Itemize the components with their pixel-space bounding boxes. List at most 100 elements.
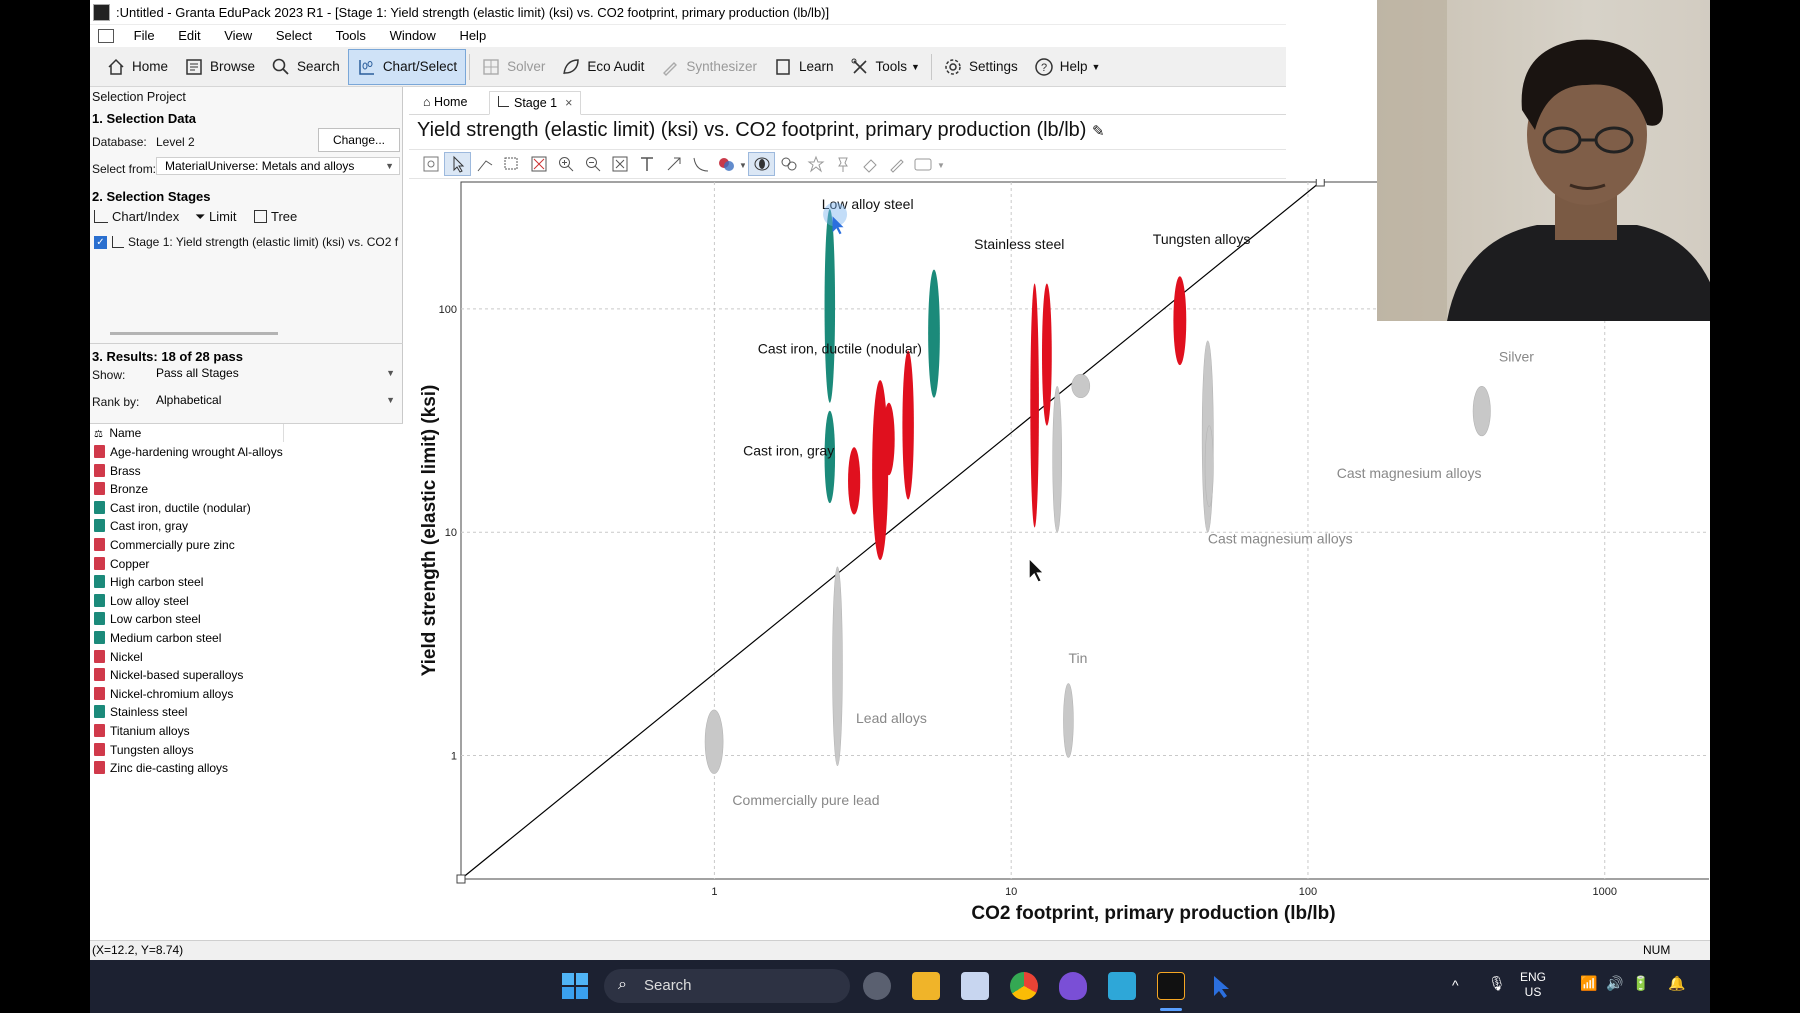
document-icon[interactable]: [98, 29, 114, 43]
home-button[interactable]: Home: [98, 49, 176, 85]
material-bubble[interactable]: [1030, 283, 1039, 528]
material-bubble[interactable]: [1052, 386, 1063, 533]
box-select-icon[interactable]: [498, 152, 525, 176]
tab-stage-1[interactable]: Stage 1 ×: [489, 91, 582, 115]
material-label[interactable]: Tungsten alloys: [1153, 231, 1251, 247]
result-item[interactable]: Titanium alloys: [94, 722, 190, 740]
notification-icon[interactable]: 🔔: [1668, 976, 1685, 991]
help-button[interactable]: ? Help ▼: [1026, 49, 1109, 85]
material-label[interactable]: Cast iron, gray: [743, 443, 834, 459]
result-item[interactable]: Low carbon steel: [94, 610, 201, 628]
result-item[interactable]: Nickel: [94, 648, 143, 666]
material-label[interactable]: Cast iron, ductile (nodular): [758, 341, 922, 357]
menu-tools[interactable]: Tools: [326, 25, 376, 47]
limit-button[interactable]: ⏷ Limit: [195, 209, 236, 225]
volume-icon[interactable]: 🔊: [1606, 976, 1623, 991]
text-tool-icon[interactable]: [633, 152, 660, 176]
browse-button[interactable]: Browse: [176, 49, 263, 85]
file-explorer-icon[interactable]: [912, 972, 940, 1000]
notepad-icon[interactable]: [1108, 972, 1136, 1000]
material-bubble[interactable]: [1063, 683, 1074, 758]
star-icon[interactable]: [802, 152, 829, 176]
cursor-app-icon[interactable]: [1206, 972, 1234, 1000]
synthesizer-button[interactable]: Synthesizer: [652, 49, 765, 85]
menu-view[interactable]: View: [214, 25, 262, 47]
battery-icon[interactable]: 🔋: [1632, 976, 1649, 991]
taskbar-search-box[interactable]: ⌕ Search: [604, 969, 850, 1003]
windows-start-icon[interactable]: [562, 973, 588, 999]
search-button[interactable]: Search: [263, 49, 348, 85]
material-bubble[interactable]: [872, 380, 889, 561]
stage-item[interactable]: ✓ Stage 1: Yield strength (elastic limit…: [92, 234, 401, 252]
export-icon[interactable]: ▼: [910, 152, 950, 176]
result-item[interactable]: Copper: [94, 555, 149, 573]
clear-selection-icon[interactable]: [525, 152, 552, 176]
result-item[interactable]: Tungsten alloys: [94, 741, 194, 759]
material-label[interactable]: Lead alloys: [856, 710, 927, 726]
result-item[interactable]: Cast iron, gray: [94, 517, 188, 535]
tab-home[interactable]: ⌂ Home: [415, 91, 475, 115]
material-bubble[interactable]: [1071, 373, 1091, 399]
granta-edupack-icon[interactable]: [1157, 972, 1185, 1000]
material-label[interactable]: Cast magnesium alloys: [1208, 531, 1353, 547]
menu-select[interactable]: Select: [266, 25, 322, 47]
chart-index-button[interactable]: Chart/Index: [94, 209, 179, 224]
eraser-icon[interactable]: [856, 152, 883, 176]
tree-button[interactable]: Tree: [254, 209, 297, 224]
label-bubbles-icon[interactable]: [775, 152, 802, 176]
pointer-tool-icon[interactable]: [444, 152, 471, 176]
change-database-button[interactable]: Change...: [318, 128, 400, 152]
material-label[interactable]: Tin: [1069, 650, 1088, 666]
pin-icon[interactable]: [829, 152, 856, 176]
result-item[interactable]: Brass: [94, 462, 141, 480]
zoom-out-icon[interactable]: [579, 152, 606, 176]
result-item[interactable]: Low alloy steel: [94, 592, 189, 610]
material-label[interactable]: Silver: [1499, 349, 1534, 365]
tools-button[interactable]: Tools ▼: [842, 49, 928, 85]
result-item[interactable]: Nickel-based superalloys: [94, 666, 243, 684]
material-label[interactable]: Stainless steel: [974, 236, 1064, 252]
menu-help[interactable]: Help: [449, 25, 496, 47]
chart-properties-icon[interactable]: [417, 152, 444, 176]
result-item[interactable]: Commercially pure zinc: [94, 536, 235, 554]
line-handle[interactable]: [456, 874, 466, 884]
result-item[interactable]: Stainless steel: [94, 703, 187, 721]
result-item[interactable]: Medium carbon steel: [94, 629, 221, 647]
select-from-dropdown[interactable]: MaterialUniverse: Metals and alloys ▼: [156, 157, 400, 175]
wifi-icon[interactable]: 📶: [1580, 976, 1597, 991]
result-item[interactable]: Cast iron, ductile (nodular): [94, 499, 251, 517]
settings-app-icon[interactable]: [863, 972, 891, 1000]
checkbox-checked-icon[interactable]: ✓: [94, 236, 107, 249]
material-bubble[interactable]: [902, 350, 914, 500]
chart-select-button[interactable]: Chart/Select: [347, 48, 467, 85]
obsidian-icon[interactable]: [1059, 972, 1087, 1000]
material-label[interactable]: Cast magnesium alloys: [1337, 465, 1482, 481]
edit-title-icon[interactable]: ✎: [1092, 123, 1105, 140]
result-item[interactable]: Zinc die-casting alloys: [94, 759, 228, 777]
material-bubble[interactable]: [848, 447, 861, 515]
result-item[interactable]: Nickel-chromium alloys: [94, 685, 233, 703]
envelope-toggle-icon[interactable]: [748, 152, 775, 176]
highlight-icon[interactable]: ▼: [714, 152, 748, 176]
menu-edit[interactable]: Edit: [168, 25, 210, 47]
result-item[interactable]: Age-hardening wrought Al-alloys: [94, 443, 283, 461]
line-handle[interactable]: [1315, 179, 1325, 187]
snipping-tool-icon[interactable]: [961, 972, 989, 1000]
material-bubble[interactable]: [832, 566, 843, 767]
name-column-header[interactable]: ⚖ Name: [94, 424, 284, 442]
curve-tool-icon[interactable]: [687, 152, 714, 176]
menu-file[interactable]: File: [124, 25, 165, 47]
chrome-icon[interactable]: [1010, 972, 1038, 1000]
close-icon[interactable]: ×: [565, 96, 572, 110]
material-bubble[interactable]: [824, 209, 836, 403]
material-label[interactable]: Commercially pure lead: [732, 792, 879, 808]
rank-by-dropdown[interactable]: Alphabetical ▼: [148, 392, 400, 410]
material-bubble[interactable]: [1041, 283, 1052, 426]
settings-button[interactable]: Settings: [935, 49, 1026, 85]
line-select-icon[interactable]: [471, 152, 498, 176]
chevron-up-icon[interactable]: ^: [1452, 978, 1459, 993]
eco-audit-button[interactable]: Eco Audit: [553, 49, 652, 85]
material-bubble[interactable]: [883, 402, 895, 476]
show-dropdown[interactable]: Pass all Stages ▼: [148, 365, 400, 383]
zoom-in-icon[interactable]: [552, 152, 579, 176]
